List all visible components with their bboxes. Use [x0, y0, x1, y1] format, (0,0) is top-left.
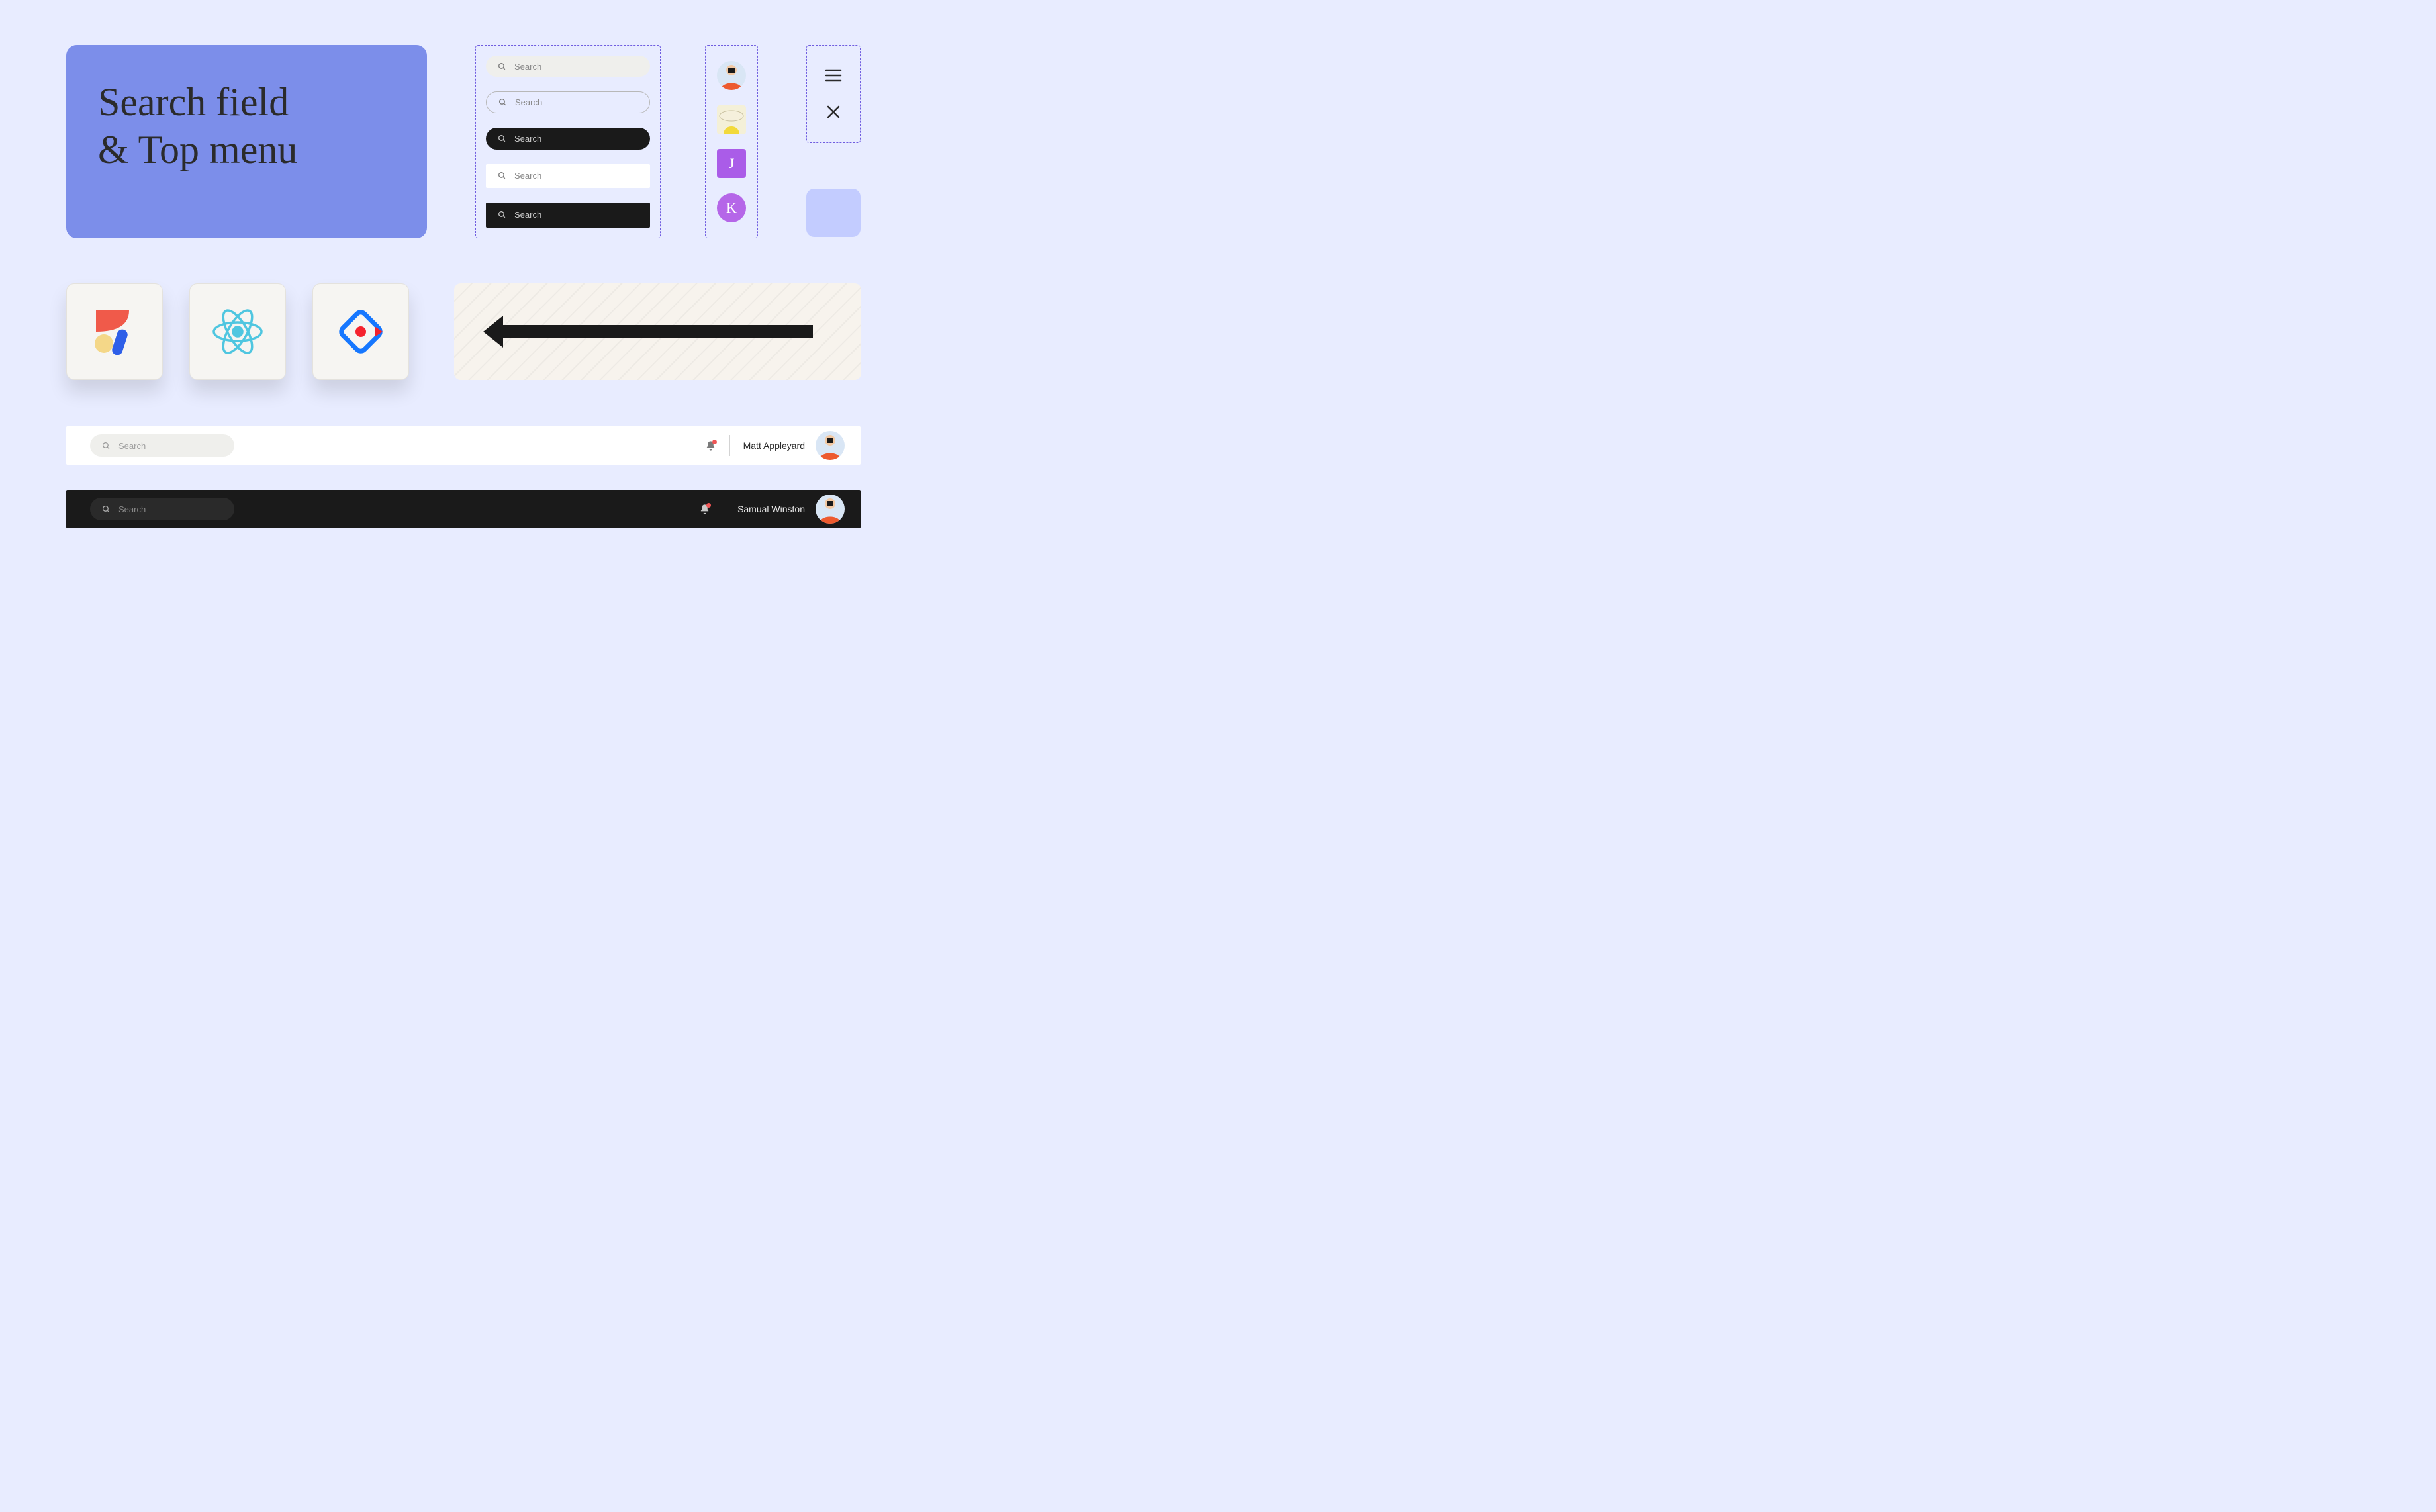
logo-card-abstract[interactable] — [66, 283, 163, 380]
search-field-filled-light[interactable]: Search — [486, 56, 650, 77]
logo-row — [66, 283, 409, 380]
search-icon — [498, 171, 506, 180]
hero-card: Search field & Top menu — [66, 45, 427, 238]
notifications-button[interactable] — [699, 504, 710, 515]
avatar-letter-k[interactable]: K — [717, 193, 746, 222]
hero-title-line2: & Top menu — [98, 128, 297, 171]
search-field-rect-light[interactable]: Search — [486, 164, 650, 188]
avatar-illustration-1[interactable] — [717, 61, 746, 90]
hamburger-icon[interactable] — [825, 69, 842, 82]
menu-icons-group — [806, 45, 861, 143]
arrow-card — [454, 283, 861, 380]
notification-dot — [706, 503, 711, 508]
search-field-rect-dark[interactable]: Search — [486, 203, 650, 228]
search-variants-group: Search Search Search Search Search — [475, 45, 661, 238]
search-placeholder: Search — [118, 441, 146, 451]
topbar-search-input[interactable]: Search — [90, 498, 234, 520]
search-placeholder: Search — [515, 97, 542, 107]
search-icon — [498, 98, 507, 107]
topbar-light: Search Matt Appleyard — [66, 426, 861, 465]
avatar-letter: J — [729, 155, 735, 172]
search-icon — [498, 62, 506, 71]
user-name[interactable]: Matt Appleyard — [743, 440, 805, 451]
arrow-left-icon — [502, 325, 813, 338]
person-icon — [816, 431, 845, 460]
logo-card-antd[interactable] — [312, 283, 409, 380]
antd-logo-icon — [332, 303, 389, 360]
hero-title: Search field & Top menu — [98, 78, 395, 173]
close-icon[interactable] — [826, 105, 841, 119]
search-field-pill-dark[interactable]: Search — [486, 128, 650, 149]
search-icon — [498, 211, 506, 219]
search-placeholder: Search — [514, 134, 541, 144]
person-hat-icon — [717, 105, 746, 134]
search-icon — [102, 442, 111, 450]
react-logo-icon — [208, 302, 267, 361]
person-icon — [717, 61, 746, 90]
logo-card-react[interactable] — [189, 283, 286, 380]
search-icon — [102, 505, 111, 514]
notification-dot — [712, 440, 717, 444]
user-name[interactable]: Samual Winston — [737, 504, 805, 514]
user-avatar[interactable] — [816, 431, 845, 460]
search-placeholder: Search — [118, 504, 146, 514]
search-placeholder: Search — [514, 62, 541, 71]
hero-title-line1: Search field — [98, 80, 289, 124]
divider — [729, 435, 730, 456]
search-icon — [498, 134, 506, 143]
color-swatch — [806, 189, 861, 237]
avatar-variants-group: J K — [705, 45, 758, 238]
user-avatar[interactable] — [816, 495, 845, 524]
avatar-illustration-2[interactable] — [717, 105, 746, 134]
search-placeholder: Search — [514, 171, 541, 181]
topbar-search-input[interactable]: Search — [90, 434, 234, 457]
notifications-button[interactable] — [705, 440, 716, 451]
avatar-letter: K — [726, 199, 737, 216]
search-placeholder: Search — [514, 210, 541, 220]
search-field-outlined[interactable]: Search — [486, 91, 650, 113]
avatar-letter-j[interactable]: J — [717, 149, 746, 178]
topbar-dark: Search Samual Winston — [66, 490, 861, 528]
abstract-logo-icon — [88, 305, 141, 358]
person-icon — [816, 495, 845, 524]
